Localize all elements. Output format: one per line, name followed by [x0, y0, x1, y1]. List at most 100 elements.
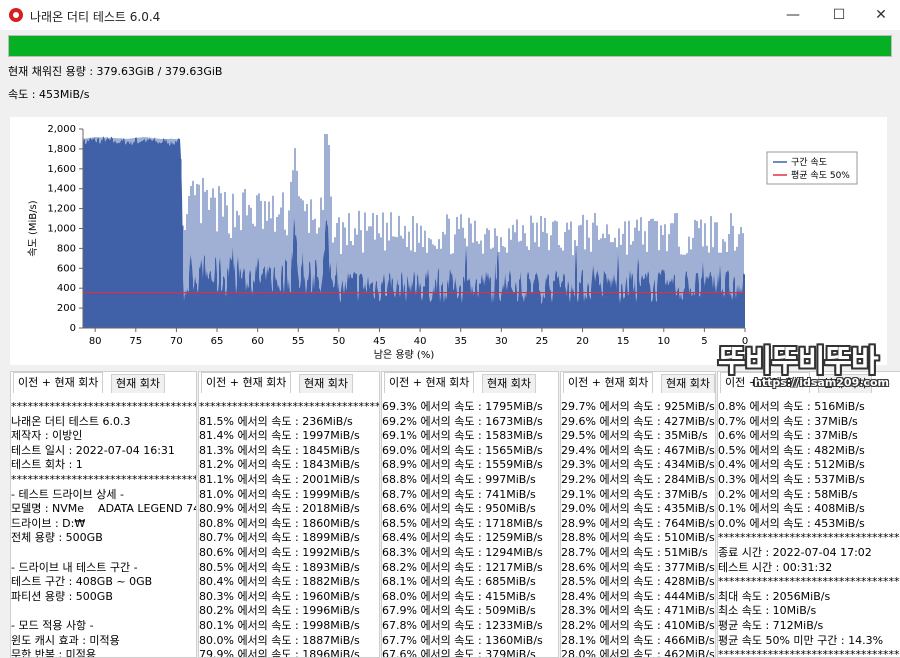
log-line: 0.4% 에서의 속도 : 512MiB/s	[718, 458, 865, 472]
window-title: 나래온 더티 테스트 6.0.4	[30, 10, 161, 24]
log-line: 29.6% 에서의 속도 : 427MiB/s	[561, 414, 715, 428]
log-line: 29.4% 에서의 속도 : 467MiB/s	[561, 443, 715, 457]
log-line: 28.1% 에서의 속도 : 466MiB/s	[561, 633, 715, 647]
log-line: 68.9% 에서의 속도 : 1559MiB/s	[382, 458, 543, 472]
result-log: ********************************** 81.5% …	[199, 400, 379, 657]
log-line: 윈도 캐시 효과 : 미적용	[11, 633, 120, 647]
tab-current[interactable]: 현재 회차	[299, 374, 353, 393]
tab-cumulative[interactable]: 이전 + 현재 회차	[13, 372, 104, 393]
watermark: 뚜비뚜비뚜바 https://idsam209.com	[718, 336, 898, 396]
log-line: 67.7% 에서의 속도 : 1360MiB/s	[382, 633, 543, 647]
x-tick-label: 5	[701, 336, 707, 347]
y-tick-label: 1,600	[47, 164, 76, 175]
log-line: 80.0% 에서의 속도 : 1887MiB/s	[199, 633, 360, 647]
log-line: 67.8% 에서의 속도 : 1233MiB/s	[382, 618, 543, 632]
log-line: 테스트 시간 : 00:31:32	[718, 560, 833, 574]
log-line: 68.6% 에서의 속도 : 950MiB/s	[382, 502, 536, 516]
y-tick-label: 0	[70, 323, 76, 334]
log-line: **********************************	[718, 531, 900, 545]
maximize-button[interactable]: ☐	[816, 0, 862, 30]
result-panel-5: 이전 + 현재 회차 현재 회차 0.8% 에서의 속도 : 516MiB/s 0.7…	[717, 371, 900, 658]
y-tick-label: 600	[57, 263, 76, 274]
log-line: 68.1% 에서의 속도 : 685MiB/s	[382, 575, 536, 589]
log-line: 68.8% 에서의 속도 : 997MiB/s	[382, 472, 536, 486]
result-log: 69.3% 에서의 속도 : 1795MiB/s 69.2% 에서의 속도 : 1…	[382, 400, 558, 657]
speed-chart-area: 0 200 400 600 800 1,000 1,200 1,400 1,600 1,800 2,…	[10, 117, 887, 365]
legend-label: 구간 속도	[791, 157, 827, 168]
log-line: 68.4% 에서의 속도 : 1259MiB/s	[382, 531, 543, 545]
log-line: 69.3% 에서의 속도 : 1795MiB/s	[382, 400, 543, 413]
panel-tabs: 이전 + 현재 회차 현재 회차	[382, 372, 558, 393]
log-line: 평균 속도 : 712MiB/s	[718, 618, 824, 632]
log-line: 80.4% 에서의 속도 : 1882MiB/s	[199, 575, 360, 589]
log-line: 80.3% 에서의 속도 : 1960MiB/s	[199, 589, 360, 603]
log-line: 81.3% 에서의 속도 : 1845MiB/s	[199, 443, 360, 457]
result-log: 29.7% 에서의 속도 : 925MiB/s 29.6% 에서의 속도 : 42…	[561, 400, 715, 657]
log-line: 68.0% 에서의 속도 : 415MiB/s	[382, 589, 536, 603]
log-line: 파티션 용량 : 500GB	[11, 589, 113, 603]
x-tick-label: 35	[454, 336, 467, 347]
x-tick-label: 60	[251, 336, 264, 347]
log-line: 29.1% 에서의 속도 : 37MiB/s	[561, 487, 708, 501]
log-line: 80.6% 에서의 속도 : 1992MiB/s	[199, 545, 360, 559]
tab-current[interactable]: 현재 회차	[482, 374, 536, 393]
log-line: 드라이브 : D:₩	[11, 516, 86, 530]
log-line: 29.7% 에서의 속도 : 925MiB/s	[561, 400, 715, 413]
x-tick-label: 10	[657, 336, 670, 347]
minimize-button[interactable]: —	[770, 0, 816, 30]
log-line: 28.2% 에서의 속도 : 410MiB/s	[561, 618, 715, 632]
x-tick-label: 50	[332, 336, 345, 347]
log-line: 0.0% 에서의 속도 : 453MiB/s	[718, 516, 865, 530]
log-line: 0.3% 에서의 속도 : 537MiB/s	[718, 472, 865, 486]
log-line: 81.0% 에서의 속도 : 1999MiB/s	[199, 487, 360, 501]
y-tick-label: 2,000	[47, 124, 76, 135]
x-tick-label: 30	[495, 336, 508, 347]
y-tick-label: 1,400	[47, 184, 76, 195]
tab-cumulative[interactable]: 이전 + 현재 회차	[201, 372, 292, 393]
log-line: 68.5% 에서의 속도 : 1718MiB/s	[382, 516, 543, 530]
log-line: 28.8% 에서의 속도 : 510MiB/s	[561, 531, 715, 545]
log-line: 전체 용량 : 500GB	[11, 531, 103, 545]
speed-chart: 0 200 400 600 800 1,000 1,200 1,400 1,600 1,800 2,…	[27, 124, 858, 361]
log-line: 0.1% 에서의 속도 : 408MiB/s	[718, 502, 865, 516]
log-line: 테스트 일시 : 2022-07-04 16:31	[11, 443, 175, 457]
y-tick-label: 1,000	[47, 224, 76, 235]
log-line: 69.1% 에서의 속도 : 1583MiB/s	[382, 429, 543, 443]
close-button[interactable]: ✕	[858, 0, 900, 30]
legend-label: 평균 속도 50%	[791, 170, 850, 181]
y-tick-label: 200	[57, 303, 76, 314]
result-panel-3: 이전 + 현재 회차 현재 회차 69.3% 에서의 속도 : 1795MiB/s 6…	[381, 371, 559, 658]
x-tick-label: 15	[617, 336, 630, 347]
log-line	[11, 604, 196, 619]
log-line: 최소 속도 : 10MiB/s	[718, 604, 817, 618]
result-panel-2: 이전 + 현재 회차 현재 회차 *************************…	[198, 371, 380, 658]
tab-current[interactable]: 현재 회차	[111, 374, 165, 393]
watermark-site: https://idsam209.com	[754, 376, 889, 389]
log-line: 최대 속도 : 2056MiB/s	[718, 589, 831, 603]
x-tick-label: 70	[170, 336, 183, 347]
progress-fill	[9, 36, 891, 56]
panel-tabs: 이전 + 현재 회차 현재 회차	[199, 372, 379, 393]
y-tick-label: 1,200	[47, 204, 76, 215]
log-line: 29.5% 에서의 속도 : 35MiB/s	[561, 429, 708, 443]
log-line: 68.7% 에서의 속도 : 741MiB/s	[382, 487, 536, 501]
log-line: 29.0% 에서의 속도 : 435MiB/s	[561, 502, 715, 516]
result-panel-4: 이전 + 현재 회차 현재 회차 29.7% 에서의 속도 : 925MiB/s 29…	[560, 371, 716, 658]
x-axis-label: 남은 용량 (%)	[374, 349, 435, 361]
log-line: **********************************	[11, 400, 197, 413]
x-tick-label: 40	[414, 336, 427, 347]
log-line: - 드라이브 내 테스트 구간 -	[11, 560, 138, 574]
fill-progress-bar	[8, 35, 892, 57]
x-tick-label: 65	[211, 336, 224, 347]
log-line: 80.9% 에서의 속도 : 2018MiB/s	[199, 502, 360, 516]
log-line: 나래온 더티 테스트 6.0.3	[11, 414, 131, 428]
tab-cumulative[interactable]: 이전 + 현재 회차	[384, 372, 475, 393]
log-line: 80.1% 에서의 속도 : 1998MiB/s	[199, 618, 360, 632]
tab-cumulative[interactable]: 이전 + 현재 회차	[563, 372, 654, 393]
tab-current[interactable]: 현재 회차	[661, 374, 715, 393]
result-log: ********************************** 나래온 더티…	[11, 400, 196, 657]
log-line: **********************************	[718, 575, 900, 589]
log-line: 테스트 구간 : 408GB ~ 0GB	[11, 575, 153, 589]
x-tick-label: 55	[292, 336, 305, 347]
panel-tabs: 이전 + 현재 회차 현재 회차	[561, 372, 715, 393]
